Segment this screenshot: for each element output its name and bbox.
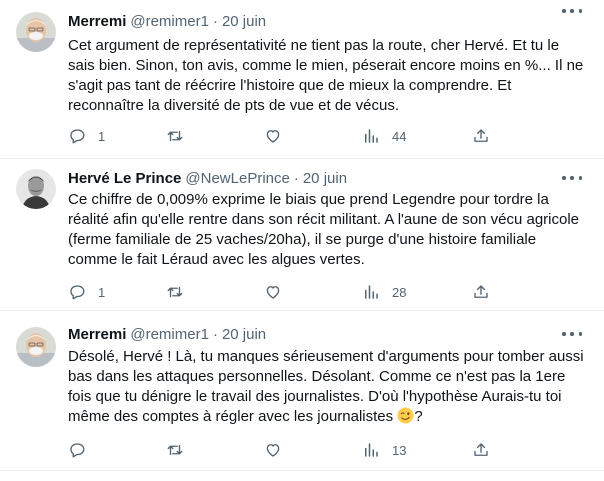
share-icon — [474, 129, 488, 142]
heart-icon — [266, 286, 280, 299]
display-name[interactable]: Hervé Le Prince — [68, 170, 181, 187]
avatar[interactable] — [16, 327, 56, 367]
avatar[interactable] — [16, 12, 56, 52]
display-name[interactable]: Merremi — [68, 326, 126, 343]
more-options-icon[interactable] — [562, 8, 582, 14]
tweet-actions: 1 28 — [68, 282, 492, 302]
reply-button[interactable] — [68, 440, 98, 460]
retweet-button[interactable] — [166, 126, 196, 146]
tweet-text-container: Désolé, Hervé ! Là, tu manques sérieusem… — [68, 347, 588, 427]
avatar[interactable] — [16, 169, 56, 209]
retweet-icon — [167, 444, 183, 456]
views-count: 28 — [392, 284, 407, 300]
separator-dot: · — [293, 169, 299, 187]
analytics-icon — [365, 443, 378, 457]
heart-icon — [266, 444, 280, 457]
views-count: 44 — [392, 128, 407, 144]
share-button[interactable] — [472, 126, 490, 146]
reply-count: 1 — [98, 128, 106, 144]
views-button[interactable]: 44 — [362, 126, 406, 146]
reply-icon — [70, 285, 85, 300]
user-handle[interactable]: @remimer1 — [130, 326, 209, 343]
winking-face-emoji — [397, 407, 414, 424]
user-handle[interactable]: @NewLePrince — [185, 170, 289, 187]
more-options-icon[interactable] — [562, 175, 582, 181]
tweet-actions: 13 — [68, 440, 492, 460]
views-count: 13 — [392, 442, 407, 458]
tweet-header: Hervé Le Prince @NewLePrince · 20 juin — [68, 168, 347, 188]
separator-dot: · — [212, 325, 218, 343]
views-button[interactable]: 13 — [362, 440, 406, 460]
more-options-icon[interactable] — [562, 331, 582, 337]
tweet-header: Merremi @remimer1 · 20 juin — [68, 324, 266, 344]
tweet[interactable]: Hervé Le Prince @NewLePrince · 20 juin C… — [0, 159, 604, 311]
display-name[interactable]: Merremi — [68, 13, 126, 30]
tweet-text: Cet argument de représentativité ne tien… — [68, 37, 584, 114]
separator-dot: · — [212, 12, 218, 30]
analytics-icon — [365, 129, 378, 143]
reply-count: 1 — [98, 284, 106, 300]
reply-button[interactable]: 1 — [68, 126, 105, 146]
retweet-icon — [167, 130, 183, 142]
tweet-header: Merremi @remimer1 · 20 juin — [68, 11, 266, 31]
views-button[interactable]: 28 — [362, 282, 406, 302]
user-handle[interactable]: @remimer1 — [130, 13, 209, 30]
analytics-icon — [365, 285, 378, 299]
reply-icon — [70, 443, 85, 458]
tweet-actions: 1 44 — [68, 126, 492, 146]
tweet-date[interactable]: 20 juin — [222, 326, 266, 343]
share-button[interactable] — [472, 282, 490, 302]
share-icon — [474, 285, 488, 298]
tweet-date[interactable]: 20 juin — [303, 170, 347, 187]
like-button[interactable] — [264, 282, 294, 302]
like-button[interactable] — [264, 126, 294, 146]
tweet-text: Ce chiffre de 0,009% exprime le biais qu… — [68, 191, 580, 268]
tweet[interactable]: Merremi @remimer1 · 20 juin Cet argument… — [0, 0, 604, 159]
reply-thread: Merremi @remimer1 · 20 juin Cet argument… — [0, 0, 604, 481]
heart-icon — [266, 130, 280, 143]
tweet-text: Désolé, Hervé ! Là, tu manques sérieusem… — [68, 348, 584, 425]
like-button[interactable] — [264, 440, 294, 460]
share-icon — [474, 443, 488, 456]
tweet-date[interactable]: 20 juin — [222, 13, 266, 30]
reply-icon — [70, 129, 85, 144]
share-button[interactable] — [472, 440, 490, 460]
tweet-text-end: ? — [414, 408, 423, 425]
retweet-button[interactable] — [166, 440, 196, 460]
retweet-button[interactable] — [166, 282, 196, 302]
reply-button[interactable]: 1 — [68, 282, 105, 302]
tweet[interactable]: Merremi @remimer1 · 20 juin Désolé, Herv… — [0, 311, 604, 471]
retweet-icon — [167, 286, 183, 298]
